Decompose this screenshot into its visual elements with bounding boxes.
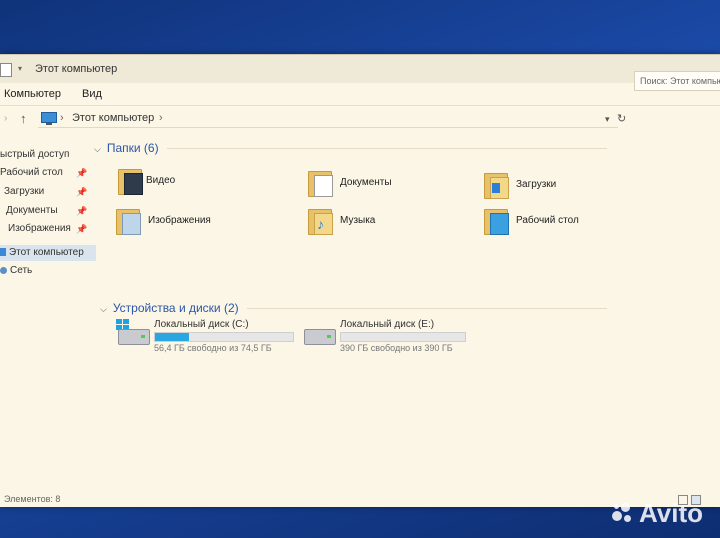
drives-group-title: Устройства и диски (2) (112, 301, 239, 315)
quick-access-toolbar-icon[interactable] (0, 63, 12, 77)
video-folder-icon (118, 167, 143, 195)
folders-group-title: Папки (6) (106, 141, 159, 155)
pin-icon: 📌 (76, 168, 88, 178)
pin-icon: 📌 (76, 206, 88, 216)
hard-drive-icon (304, 329, 336, 345)
breadcrumb-separator-end[interactable]: › (159, 106, 163, 130)
computer-icon (0, 248, 6, 256)
sidebar-item-label: Документы (6, 205, 58, 216)
folder-music[interactable]: ♪ Музыка (308, 207, 498, 243)
hard-drive-icon (118, 329, 150, 345)
music-folder-icon: ♪ (308, 207, 333, 235)
drive-free-space: 390 ГБ свободно из 390 ГБ (340, 343, 453, 353)
computer-icon (41, 112, 57, 125)
pin-icon: 📌 (76, 187, 88, 197)
folder-label: Рабочий стол (516, 215, 579, 226)
drive-usage-bar (340, 332, 466, 342)
folder-video[interactable]: Видео (118, 167, 308, 203)
folder-label: Изображения (148, 215, 211, 226)
group-divider (246, 308, 607, 310)
watermark-text: Avito (639, 498, 704, 528)
pin-icon: 📌 (76, 224, 88, 234)
search-input[interactable]: Поиск: Этот компьютер (634, 71, 720, 91)
address-bar[interactable]: › Этот компьютер › (38, 109, 618, 128)
drive-e[interactable]: Локальный диск (E:) 390 ГБ свободно из 3… (302, 319, 472, 359)
documents-folder-icon (308, 169, 333, 197)
drive-label: Локальный диск (C:) (154, 319, 249, 330)
desktop-folder-icon (484, 207, 509, 235)
navigation-pane: ыстрый доступ Рабочий стол 📌 Загрузки 📌 … (0, 147, 96, 507)
sidebar-item-this-pc[interactable]: Этот компьютер (0, 245, 96, 261)
group-divider (166, 148, 607, 150)
main-content: ⌵ Папки (6) Видео Документы Загрузки Изо… (94, 137, 720, 497)
sidebar-item-label: Этот компьютер (9, 247, 84, 258)
chevron-down-icon[interactable]: ⌵ (100, 304, 107, 314)
avito-logo-icon (612, 503, 634, 525)
folder-downloads[interactable]: Загрузки (484, 171, 674, 207)
sidebar-item-documents[interactable]: Документы 📌 (0, 203, 96, 219)
folder-desktop[interactable]: Рабочий стол (484, 207, 674, 243)
sidebar-item-label: Изображения (8, 223, 71, 234)
breadcrumb-separator[interactable]: › (60, 106, 64, 130)
up-arrow-icon[interactable]: ↑ (20, 107, 27, 131)
sidebar-item-label: ыстрый доступ (0, 149, 70, 160)
sidebar-item-downloads[interactable]: Загрузки 📌 (0, 184, 96, 200)
breadcrumb-this-pc[interactable]: Этот компьютер (72, 106, 154, 130)
tab-view[interactable]: Вид (82, 83, 102, 105)
customize-toolbar-arrow[interactable]: ▾ (18, 55, 22, 83)
explorer-window: ▾ Этот компьютер Компьютер Вид › ↑ › Это… (0, 54, 720, 507)
sidebar-item-label: Сеть (10, 265, 33, 276)
window-title: Этот компьютер (35, 63, 118, 75)
drive-label: Локальный диск (E:) (340, 319, 435, 330)
pictures-folder-icon (116, 207, 141, 235)
drive-usage-fill (155, 333, 189, 341)
drive-free-space: 56,4 ГБ свободно из 74,5 ГБ (154, 343, 272, 353)
drive-usage-bar (154, 332, 294, 342)
sidebar-item-desktop[interactable]: Рабочий стол 📌 (0, 165, 96, 181)
tab-computer[interactable]: Компьютер (4, 83, 61, 105)
folder-label: Документы (340, 177, 392, 188)
folder-pictures[interactable]: Изображения (116, 207, 306, 243)
sidebar-item-label: Рабочий стол (0, 167, 63, 178)
ribbon-tabs: Компьютер Вид (0, 83, 720, 106)
drive-c[interactable]: Локальный диск (C:) 56,4 ГБ свободно из … (116, 319, 294, 359)
folder-documents[interactable]: Документы (308, 169, 498, 205)
folder-label: Музыка (340, 215, 376, 226)
items-count: Элементов: 8 (4, 494, 61, 504)
address-bar-row: › ↑ › Этот компьютер › ▾ ↻ (0, 107, 720, 131)
sidebar-item-network[interactable]: Сеть (0, 263, 96, 279)
sidebar-item-pictures[interactable]: Изображения 📌 (0, 221, 96, 237)
address-history-chevron-icon[interactable]: ▾ (605, 107, 610, 131)
sidebar-item-label: Загрузки (4, 186, 45, 197)
forward-button[interactable]: › (4, 107, 7, 131)
folder-label: Видео (146, 175, 176, 186)
chevron-down-icon[interactable]: ⌵ (94, 144, 101, 154)
network-icon (0, 267, 7, 274)
title-bar[interactable]: ▾ Этот компьютер (0, 55, 720, 83)
folders-group-header[interactable]: ⌵ Папки (6) (94, 141, 607, 155)
sidebar-item-quick-access[interactable]: ыстрый доступ (0, 147, 96, 163)
downloads-folder-icon (484, 171, 509, 199)
drives-group-header[interactable]: ⌵ Устройства и диски (2) (100, 301, 607, 315)
folder-label: Загрузки (516, 179, 557, 190)
refresh-icon[interactable]: ↻ (617, 107, 626, 131)
